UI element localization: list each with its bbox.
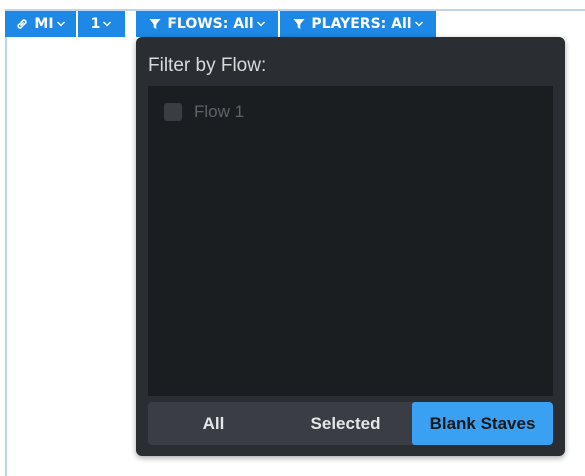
flow-item-label: Flow 1 [194, 102, 245, 121]
all-button[interactable]: All [148, 402, 279, 445]
flow-checkbox[interactable] [164, 103, 182, 121]
chevron-down-icon [256, 20, 266, 28]
flows-filter-button[interactable]: FLOWS: All [136, 11, 278, 37]
flow-list: Flow 1 [148, 86, 553, 396]
players-filter-label: PLAYERS: All [311, 16, 412, 32]
chevron-down-icon [56, 20, 66, 28]
blank-staves-button[interactable]: Blank Staves [412, 402, 553, 445]
players-filter-button[interactable]: PLAYERS: All [280, 11, 436, 37]
link-mode-dropdown[interactable]: MI [5, 11, 76, 37]
page-dropdown-label: 1 [90, 16, 101, 32]
filter-icon [292, 17, 306, 31]
flow-filter-popup: Filter by Flow: Flow 1 All Selected Blan… [136, 37, 565, 456]
list-item-flow-1[interactable]: Flow 1 [164, 101, 244, 123]
filter-icon [148, 17, 162, 31]
page-dropdown[interactable]: 1 [78, 11, 125, 37]
chevron-down-icon [414, 20, 424, 28]
flow-selection-segmented-control: All Selected Blank Staves [148, 402, 553, 445]
link-icon [15, 17, 29, 31]
selected-button[interactable]: Selected [279, 402, 412, 445]
link-mode-label: MI [34, 16, 54, 32]
content-frame-left-border [5, 9, 7, 476]
flows-filter-label: FLOWS: All [167, 16, 254, 32]
popup-title: Filter by Flow: [148, 55, 267, 76]
chevron-down-icon [102, 20, 112, 28]
